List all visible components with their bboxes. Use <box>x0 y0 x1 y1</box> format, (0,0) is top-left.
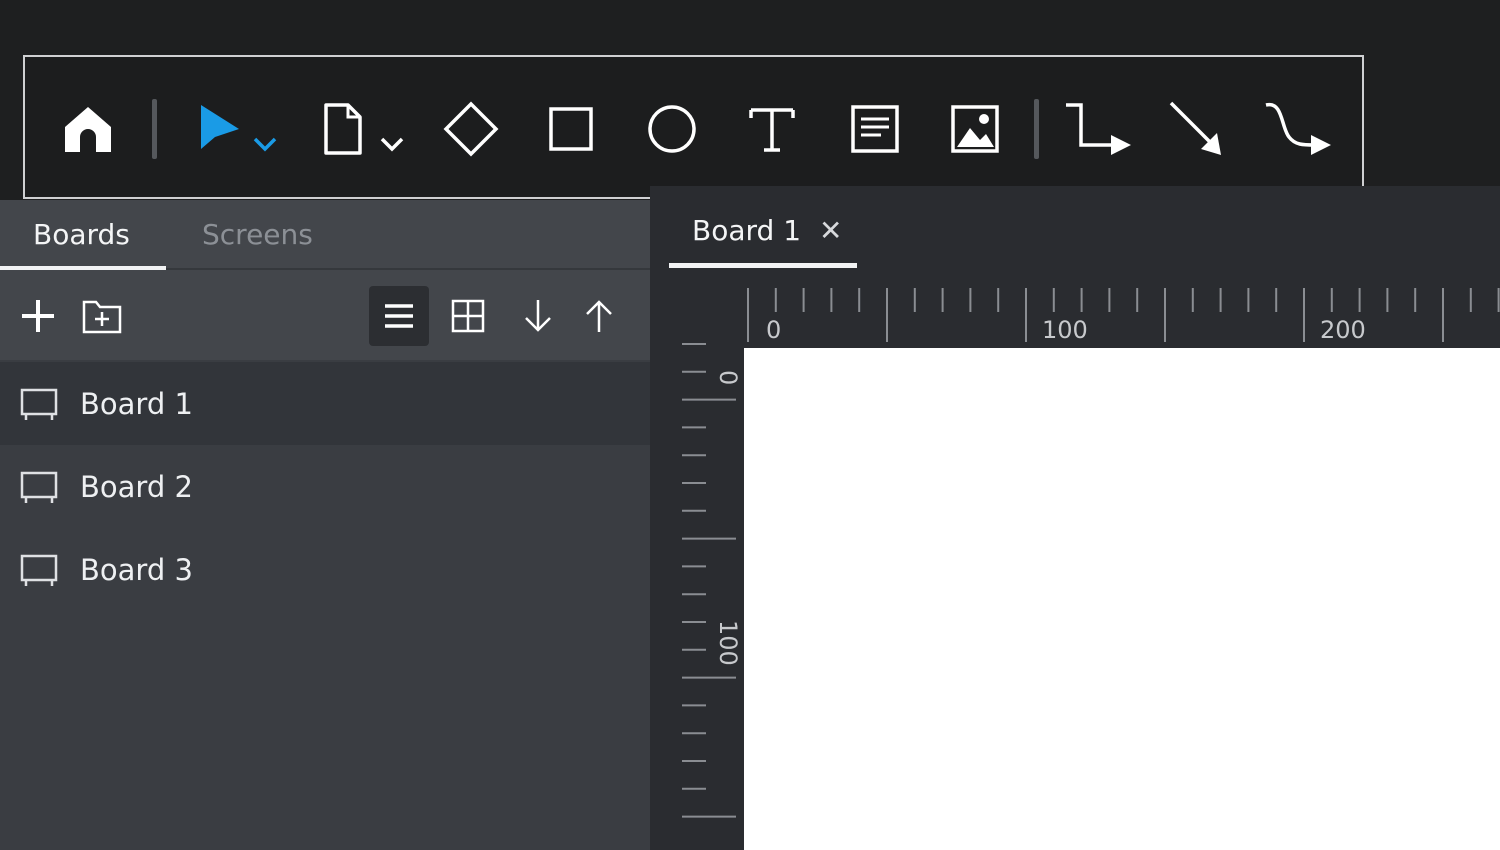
home-icon[interactable] <box>56 97 120 161</box>
boards-panel: Boards Screens Board 1 Board 2 Board 3 <box>0 200 650 850</box>
image-icon[interactable] <box>943 97 1007 161</box>
page-icon[interactable] <box>320 97 410 161</box>
ruler-label: 100 <box>1042 316 1088 344</box>
toolbar-separator <box>152 99 157 159</box>
list-view-icon[interactable] <box>369 286 429 346</box>
horizontal-ruler[interactable]: 0 100 200 <box>744 282 1500 348</box>
active-tab-indicator <box>669 263 857 268</box>
curved-connector-icon[interactable] <box>1263 97 1335 161</box>
plus-icon[interactable] <box>8 286 68 346</box>
elbow-connector-icon[interactable] <box>1063 97 1135 161</box>
select-pointer-icon[interactable] <box>195 97 285 161</box>
list-item[interactable]: Board 3 <box>0 528 650 611</box>
tab-screens[interactable]: Screens <box>202 218 313 251</box>
ruler-label: 0 <box>766 316 782 344</box>
tab-board-1[interactable]: Board 1 ✕ <box>669 200 856 268</box>
arrow-down-icon[interactable] <box>508 286 568 346</box>
circle-icon[interactable] <box>640 97 704 161</box>
ruler-ticks <box>682 343 736 818</box>
panel-toolbar <box>0 270 650 360</box>
straight-arrow-icon[interactable] <box>1165 97 1229 161</box>
text-block-icon[interactable] <box>843 97 907 161</box>
document-tab-label: Board 1 <box>692 214 802 247</box>
panel-tabs: Boards Screens <box>0 200 650 270</box>
ruler-ticks <box>747 288 1500 342</box>
board-icon <box>20 554 58 592</box>
ruler-label: 0 <box>714 370 742 386</box>
board-label: Board 1 <box>80 386 193 421</box>
list-item[interactable]: Board 1 <box>0 362 650 445</box>
document-area: Board 1 ✕ 0 100 200 0 100 <box>650 186 1500 850</box>
rectangle-icon[interactable] <box>539 97 603 161</box>
vertical-ruler[interactable]: 0 100 <box>680 343 744 850</box>
board-list: Board 1 Board 2 Board 3 <box>0 362 650 611</box>
text-icon[interactable] <box>740 97 804 161</box>
main-toolbar <box>23 55 1364 199</box>
board-icon <box>20 471 58 509</box>
board-label: Board 2 <box>80 469 193 504</box>
diamond-icon[interactable] <box>439 97 503 161</box>
new-folder-icon[interactable] <box>72 286 132 346</box>
grid-view-icon[interactable] <box>438 286 498 346</box>
board-icon <box>20 388 58 426</box>
list-item[interactable]: Board 2 <box>0 445 650 528</box>
board-label: Board 3 <box>80 552 193 587</box>
tab-boards[interactable]: Boards <box>33 218 130 251</box>
close-icon[interactable]: ✕ <box>819 214 842 247</box>
arrow-up-icon[interactable] <box>569 286 629 346</box>
ruler-label: 200 <box>1320 316 1366 344</box>
ruler-label: 100 <box>714 620 742 666</box>
toolbar-separator <box>1034 99 1039 159</box>
board-canvas[interactable] <box>744 348 1500 850</box>
